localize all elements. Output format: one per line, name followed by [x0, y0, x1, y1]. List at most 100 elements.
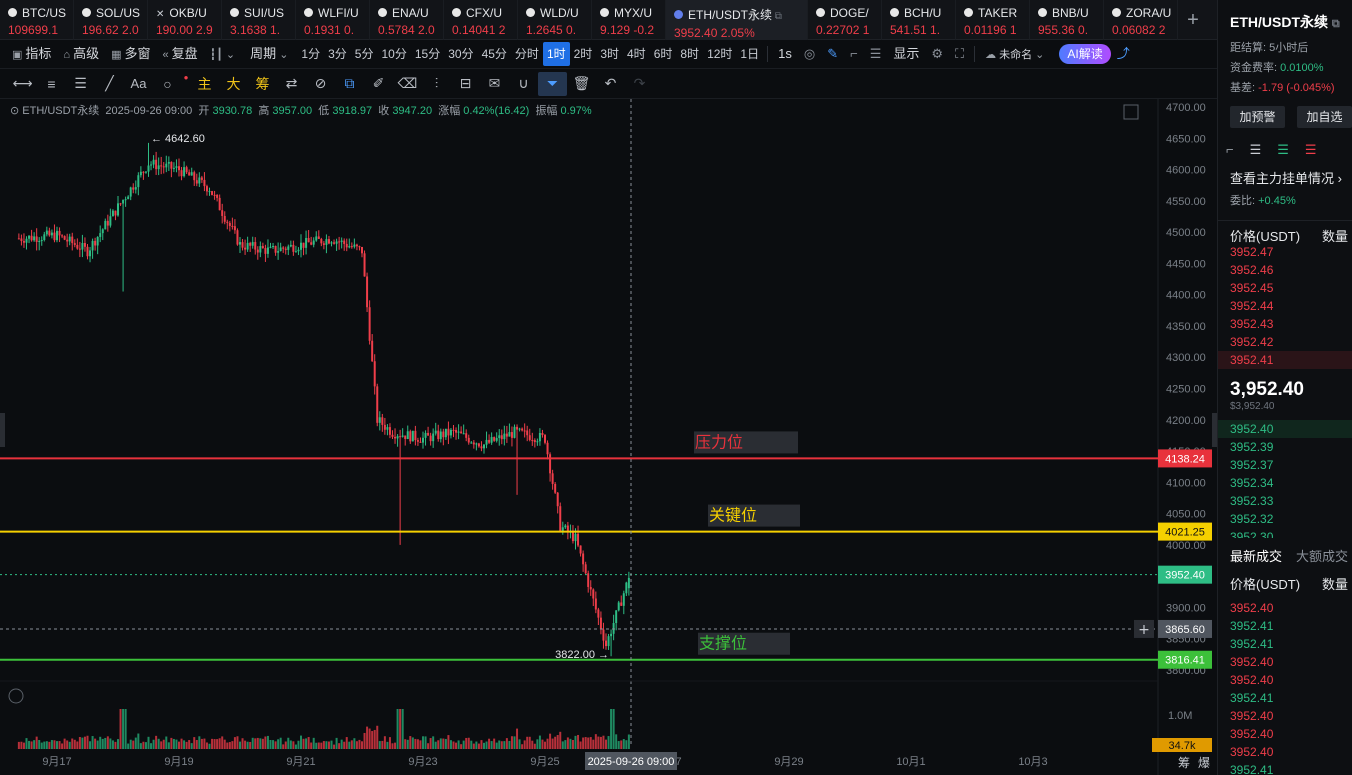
interval-button[interactable]: 12时: [703, 42, 736, 66]
order-row[interactable]: 3952.42: [1218, 333, 1352, 351]
order-row[interactable]: 3952.33: [1218, 492, 1352, 510]
seconds-button[interactable]: 1s: [772, 42, 798, 66]
chart-canvas[interactable]: 4700.00 4650.00 4600.00 4550.00 4500.00 4450.…: [0, 99, 1217, 775]
parallel-lines-icon[interactable]: ☰: [66, 72, 95, 96]
price-chart[interactable]: 4700.00 4650.00 4600.00 4550.00 4500.00 4450.…: [0, 99, 1217, 775]
ticker-tab[interactable]: ✕ OKB/U 190.00 2.9: [148, 0, 222, 40]
hide-drawing-icon[interactable]: ⊘: [306, 72, 335, 96]
trend-line-icon[interactable]: ╱: [95, 72, 124, 96]
interval-button[interactable]: 8时: [676, 42, 703, 66]
replay-button[interactable]: «复盘: [157, 42, 204, 66]
order-row[interactable]: 3952.40: [1218, 653, 1352, 671]
order-row[interactable]: 3952.37: [1218, 456, 1352, 474]
order-row[interactable]: 3952.41: [1218, 761, 1352, 775]
interval-button[interactable]: 1分: [297, 42, 324, 66]
order-row[interactable]: 3952.30: [1218, 528, 1352, 538]
lock-icon[interactable]: ⊟: [451, 72, 480, 96]
order-row[interactable]: 3952.44: [1218, 297, 1352, 315]
order-row[interactable]: 3952.41: [1218, 689, 1352, 707]
layout-name-button[interactable]: ☁ 未命名 ⌄: [979, 42, 1053, 66]
camera-icon[interactable]: ◎: [798, 42, 821, 66]
both-sides-icon[interactable]: ⌐: [1226, 142, 1234, 158]
horizontal-line-icon[interactable]: ⟷: [8, 72, 37, 96]
collapse-icon[interactable]: ⊙: [10, 105, 22, 117]
ticker-tab[interactable]: ENA/U 0.5784 2.0: [370, 0, 444, 40]
ticker-tab[interactable]: BCH/U 541.51 1.: [882, 0, 956, 40]
order-row[interactable]: 3952.41: [1218, 351, 1352, 369]
fullscreen-icon[interactable]: ⛶: [949, 42, 970, 66]
ticker-tab[interactable]: WLD/U 1.2645 0.: [518, 0, 592, 40]
order-row[interactable]: 3952.40: [1218, 420, 1352, 438]
order-row[interactable]: 3952.40: [1218, 743, 1352, 761]
interval-button[interactable]: 30分: [444, 42, 477, 66]
order-row[interactable]: 3952.40: [1218, 671, 1352, 689]
undo-icon[interactable]: ↶: [596, 72, 625, 96]
chart-type-button[interactable]: ┇┃ ⌄: [204, 42, 244, 66]
interval-button[interactable]: 6时: [650, 42, 677, 66]
interval-button[interactable]: 3时: [596, 42, 623, 66]
order-row[interactable]: 3952.45: [1218, 279, 1352, 297]
redo-icon[interactable]: ↷: [625, 72, 654, 96]
ticker-tab[interactable]: BTC/US 109699.1: [0, 0, 74, 40]
ticker-tab[interactable]: DOGE/0.22702 1: [808, 0, 882, 40]
add-favorite-button[interactable]: 加自选: [1297, 106, 1352, 128]
filter-icon[interactable]: ⏷: [538, 71, 567, 96]
interval-button[interactable]: 10分: [377, 42, 410, 66]
copy-icon[interactable]: ⧉: [335, 72, 364, 96]
list-icon[interactable]: ☰: [864, 42, 888, 66]
ticker-tab[interactable]: BNB/U 955.36 0.: [1030, 0, 1104, 40]
chip-bottom-button[interactable]: 筹: [1178, 756, 1190, 770]
order-row[interactable]: 3952.46: [1218, 261, 1352, 279]
order-row[interactable]: 3952.40: [1218, 599, 1352, 617]
trash-icon[interactable]: 🗑: [567, 72, 596, 96]
bids-view-icon[interactable]: ☰: [1250, 142, 1262, 158]
brush-icon[interactable]: ✐: [364, 72, 393, 96]
ticker-tab[interactable]: SOL/US 196.62 2.0: [74, 0, 148, 40]
ai-analysis-button[interactable]: AI解读: [1059, 44, 1111, 64]
asks-only-icon[interactable]: ☰: [1305, 142, 1317, 158]
circle-icon[interactable]: ○: [153, 72, 182, 96]
plot-area[interactable]: [0, 99, 1158, 775]
compare-icon[interactable]: ⇄: [277, 72, 306, 96]
ticker-tab[interactable]: SUI/US 3.1638 1.: [222, 0, 296, 40]
note-icon[interactable]: ✉: [480, 72, 509, 96]
interval-button[interactable]: 3分: [324, 42, 351, 66]
multi-line-icon[interactable]: ≡: [37, 72, 66, 96]
bids-only-icon[interactable]: ☰: [1277, 142, 1289, 158]
main-force-button[interactable]: 主: [190, 72, 219, 96]
measure-icon[interactable]: ⫶: [422, 72, 451, 96]
period-button[interactable]: 周期 ⌄: [244, 42, 297, 66]
order-row[interactable]: 3952.39: [1218, 438, 1352, 456]
interval-button[interactable]: 4时: [623, 42, 650, 66]
interval-button[interactable]: 2时: [570, 42, 597, 66]
order-row[interactable]: 3952.41: [1218, 617, 1352, 635]
interval-button[interactable]: 5分: [351, 42, 378, 66]
interval-button[interactable]: 1时: [542, 42, 570, 66]
order-row[interactable]: 3952.34: [1218, 474, 1352, 492]
magnet-icon[interactable]: ∪: [509, 72, 538, 96]
left-collapse-handle[interactable]: [0, 413, 5, 447]
eraser-icon[interactable]: ⌫: [393, 72, 422, 96]
ticker-tab[interactable]: ETH/USDT永续 ⧉ 3952.40 2.05%: [666, 0, 808, 40]
plus-icon[interactable]: +: [1138, 622, 1150, 638]
display-button[interactable]: 显示: [887, 42, 925, 66]
advanced-button[interactable]: ⌂ 高级: [57, 42, 105, 66]
interval-button[interactable]: 1日: [736, 42, 763, 66]
interval-button[interactable]: 分时: [511, 42, 543, 66]
order-row[interactable]: 3952.41: [1218, 635, 1352, 653]
tab-big-trades[interactable]: 大额成交: [1296, 546, 1348, 565]
chip-button[interactable]: 筹: [248, 72, 277, 96]
ticker-tab[interactable]: WLFI/U 0.1931 0.: [296, 0, 370, 40]
ticker-tab[interactable]: MYX/U 9.129 -0.2: [592, 0, 666, 40]
text-icon[interactable]: Aa: [124, 72, 153, 96]
liquidation-bottom-button[interactable]: 爆: [1198, 756, 1210, 770]
order-row[interactable]: 3952.40: [1218, 725, 1352, 743]
crop-icon[interactable]: ⌐: [844, 42, 864, 66]
ticker-tab[interactable]: CFX/U 0.14041 2: [444, 0, 518, 40]
settings-icon[interactable]: ⚙: [925, 42, 949, 66]
multi-window-button[interactable]: ▦ 多窗: [105, 42, 156, 66]
add-alert-button[interactable]: 加预警: [1230, 106, 1285, 128]
order-row[interactable]: 3952.32: [1218, 510, 1352, 528]
indicator-button[interactable]: ▣ 指标: [6, 42, 57, 66]
ticker-tab[interactable]: ZORA/U 0.06082 2: [1104, 0, 1178, 40]
